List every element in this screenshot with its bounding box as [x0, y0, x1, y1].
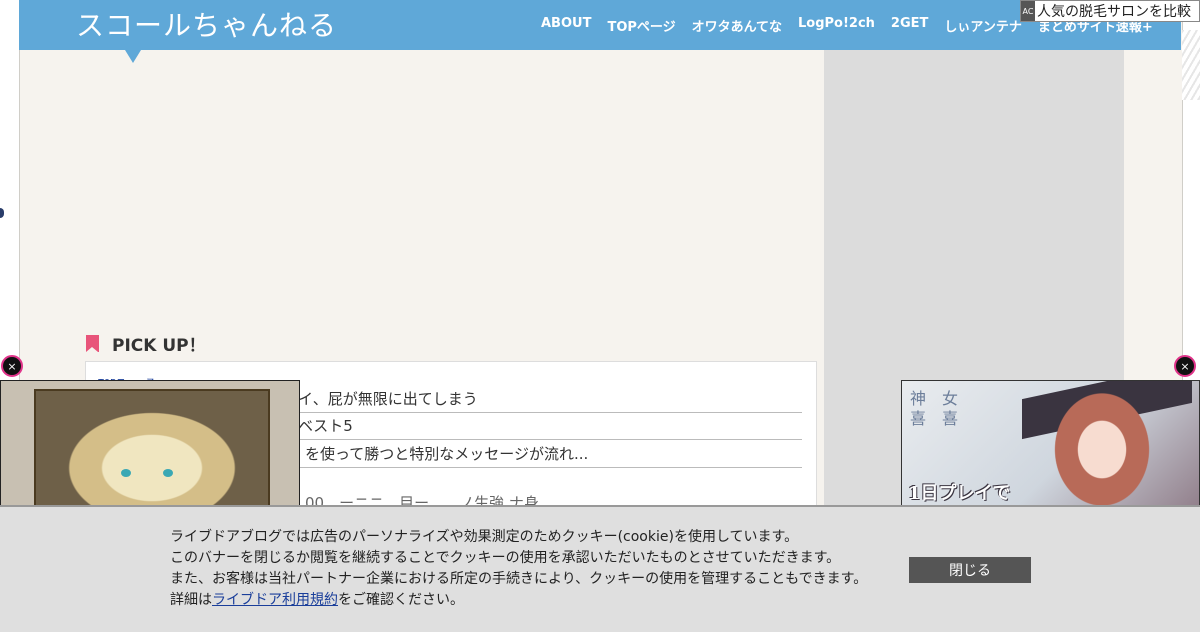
- cookie-line: このバナーを閉じるか閲覧を継続することでクッキーの使用を承認いただいたものとさせ…: [170, 550, 841, 566]
- left-floating-ad[interactable]: [0, 380, 300, 520]
- left-ad-close-button[interactable]: ×: [1, 355, 23, 377]
- ad-character-eyes: [121, 469, 181, 479]
- cookie-line: また、お客様は当社パートナー企業における所定の手続きにより、クッキーの使用を管理…: [170, 571, 868, 587]
- ad-choice-icon[interactable]: AC: [1021, 1, 1035, 21]
- right-ad-close-button[interactable]: ×: [1174, 355, 1196, 377]
- pickup-header: PICK UP！: [86, 331, 206, 356]
- ad-game-logo: 神 女 喜 喜: [910, 389, 959, 428]
- cookie-line: ライブドアブログでは広告のパーソナライズや効果測定のためクッキー(cookie)…: [170, 529, 799, 545]
- terms-link[interactable]: ライブドア利用規約: [212, 592, 338, 608]
- nav-item-about[interactable]: ABOUT: [541, 16, 591, 35]
- ad-promo-text: 1日プレイで: [908, 483, 1011, 504]
- cookie-detail-prefix: 詳細は: [170, 592, 212, 608]
- bookmark-icon: [86, 335, 99, 352]
- corner-ad-banner[interactable]: AC 人気の脱毛サロンを比較: [1020, 0, 1200, 22]
- pickup-title: PICK UP！: [112, 336, 206, 356]
- corner-ad-text[interactable]: 人気の脱毛サロンを比較: [1037, 1, 1191, 21]
- site-title[interactable]: スコールちゃんねる: [76, 4, 337, 44]
- cookie-line: 詳細はライブドア利用規約をご確認ください。: [170, 590, 867, 611]
- left-edge-decoration: [0, 208, 4, 218]
- nav-item-2get[interactable]: 2GET: [891, 16, 928, 35]
- cookie-consent-banner: ライブドアブログでは広告のパーソナライズや効果測定のためクッキー(cookie)…: [0, 505, 1200, 632]
- nav-item-owata-antenna[interactable]: オワタあんてな: [692, 16, 782, 35]
- cookie-close-button[interactable]: 閉じる: [909, 557, 1031, 583]
- ad-character-image: [34, 389, 270, 519]
- nav-item-logpo[interactable]: LogPo!2ch: [798, 16, 875, 35]
- ad-character-image: [1042, 391, 1162, 519]
- cookie-message: ライブドアブログでは広告のパーソナライズや効果測定のためクッキー(cookie)…: [170, 527, 867, 611]
- header-arrow-decoration: [125, 50, 141, 63]
- nav-item-top[interactable]: TOPページ: [607, 16, 675, 35]
- cookie-detail-suffix: をご確認ください。: [338, 592, 464, 608]
- right-floating-ad[interactable]: 神 女 喜 喜 1日プレイで: [901, 380, 1200, 520]
- right-edge-decoration: [1182, 30, 1200, 100]
- nav-item-shii-antenna[interactable]: しぃアンテナ: [944, 16, 1021, 35]
